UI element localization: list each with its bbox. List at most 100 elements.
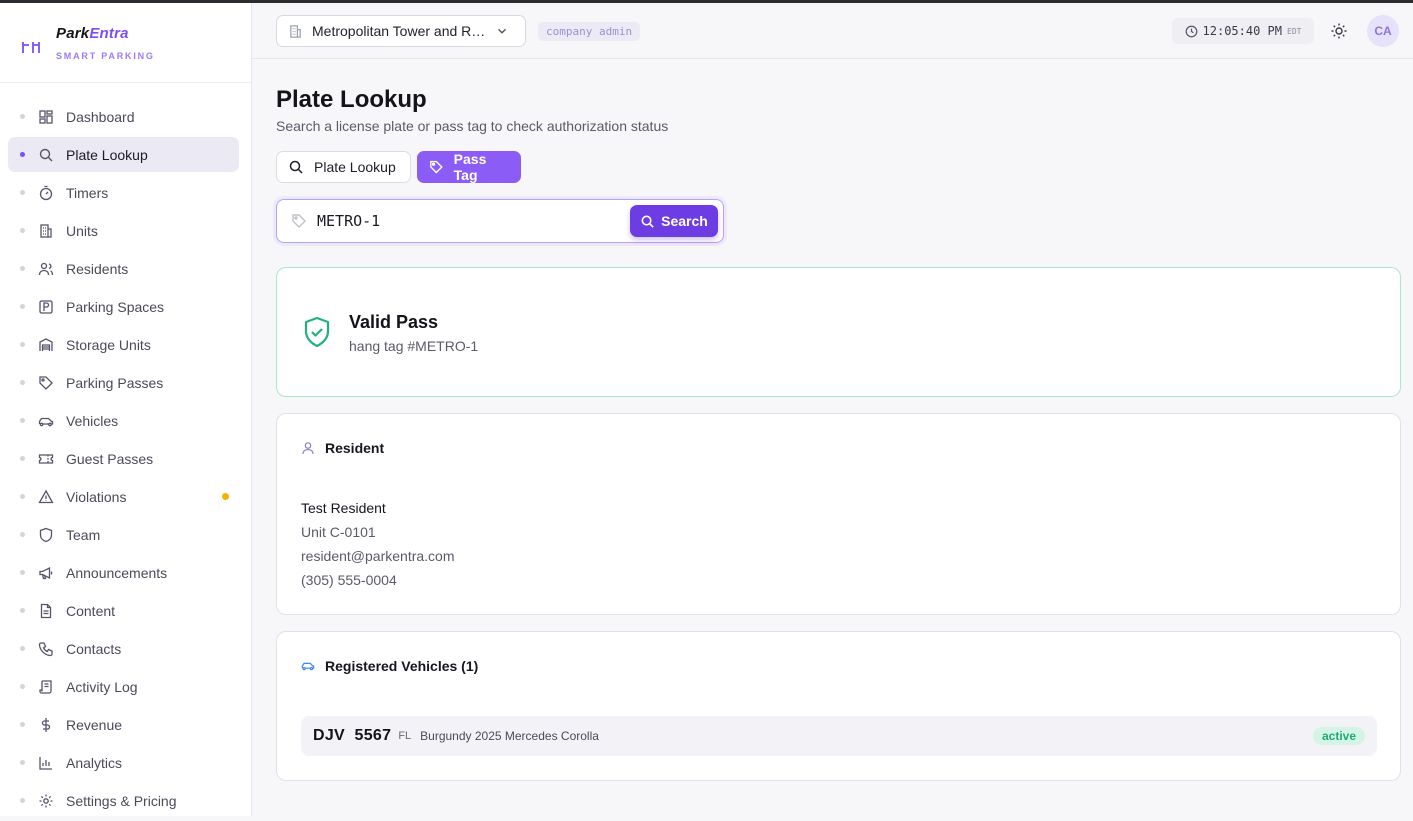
sidebar-item-analytics[interactable]: Analytics	[8, 745, 239, 780]
shield-icon	[38, 527, 54, 543]
sidebar-item-timers[interactable]: Timers	[8, 175, 239, 210]
building-icon	[290, 24, 301, 38]
nav-bullet	[20, 684, 25, 689]
sidebar-item-team[interactable]: Team	[8, 517, 239, 552]
sidebar-item-label: Settings & Pricing	[66, 792, 177, 809]
warehouse-icon	[38, 337, 54, 353]
parking-icon	[38, 299, 54, 315]
sidebar-item-violations[interactable]: Violations	[8, 479, 239, 514]
tab-label: Pass Tag	[453, 151, 487, 183]
alert-triangle-icon	[38, 489, 54, 505]
sidebar-item-label: Content	[66, 602, 116, 619]
sidebar-item-label: Parking Spaces	[66, 298, 165, 315]
sidebar-item-settings[interactable]: Settings & Pricing	[8, 783, 239, 818]
clock-timezone: EDT	[1287, 26, 1302, 36]
sidebar-item-parking-spaces[interactable]: Parking Spaces	[8, 289, 239, 324]
result-title: Valid Pass	[349, 312, 439, 332]
sidebar-item-revenue[interactable]: Revenue	[8, 707, 239, 742]
violations-alert-badge	[222, 493, 229, 500]
search-bar: Search	[276, 199, 724, 243]
sidebar-item-residents[interactable]: Residents	[8, 251, 239, 286]
vehicle-state: FL	[398, 730, 412, 742]
pass-tag-input[interactable]	[317, 206, 617, 236]
search-icon	[38, 147, 54, 163]
user-icon	[302, 442, 314, 455]
sidebar-item-contacts[interactable]: Contacts	[8, 631, 239, 666]
nav-bullet	[20, 190, 25, 195]
gear-icon	[38, 793, 54, 809]
brand-logo-icon	[22, 42, 40, 53]
sidebar-item-activity-log[interactable]: Activity Log	[8, 669, 239, 704]
sun-icon[interactable]	[1330, 22, 1348, 40]
sidebar-item-units[interactable]: Units	[8, 213, 239, 248]
tag-icon	[38, 375, 54, 391]
timer-icon	[38, 185, 54, 201]
nav-bullet	[20, 456, 25, 461]
sidebar-item-label: Violations	[66, 488, 127, 505]
page-title: Plate Lookup	[276, 86, 427, 113]
sidebar-item-label: Announcements	[66, 564, 168, 581]
nav-bullet	[20, 418, 25, 423]
sidebar-item-announcements[interactable]: Announcements	[8, 555, 239, 590]
sidebar-item-plate-lookup[interactable]: Plate Lookup	[8, 137, 239, 172]
user-avatar[interactable]: CA	[1367, 15, 1399, 47]
sidebar-item-label: Revenue	[66, 716, 123, 733]
sidebar-item-vehicles[interactable]: Vehicles	[8, 403, 239, 438]
property-selector[interactable]: Metropolitan Tower and Residences	[276, 15, 526, 47]
sidebar-item-guest-passes[interactable]: Guest Passes	[8, 441, 239, 476]
nav-bullet	[20, 646, 25, 651]
sidebar-item-label: Contacts	[66, 640, 122, 657]
resident-unit: Unit C-0101	[301, 524, 376, 540]
dashboard-icon	[38, 109, 54, 125]
tab-label: Plate Lookup	[314, 159, 396, 175]
nav-bullet	[20, 266, 25, 271]
nav-bullet	[20, 304, 25, 309]
clock-time: 12:05:40 PM	[1202, 24, 1283, 38]
vehicles-heading: Registered Vehicles (1)	[325, 658, 479, 674]
role-badge: company admin	[538, 22, 641, 41]
lookup-mode-tabs: Plate Lookup Pass Tag	[276, 151, 521, 183]
vehicle-row[interactable]: DJV 5567 FL Burgundy 2025 Mercedes Corol…	[301, 716, 1377, 756]
ticket-icon	[38, 451, 54, 467]
search-button[interactable]: Search	[630, 205, 718, 237]
vehicles-section-header: Registered Vehicles (1)	[301, 658, 478, 674]
clock-icon	[1185, 25, 1197, 37]
tab-pass-tag[interactable]: Pass Tag	[417, 151, 521, 183]
sidebar-item-label: Team	[66, 526, 101, 543]
nav-bullet	[20, 532, 25, 537]
sidebar-item-dashboard[interactable]: Dashboard	[8, 99, 239, 134]
registered-vehicles-card: Registered Vehicles (1) DJV 5567 FL Burg…	[276, 631, 1401, 781]
users-icon	[38, 261, 54, 277]
nav-bullet	[20, 342, 25, 347]
sidebar-item-label: Residents	[66, 260, 129, 277]
sidebar-item-storage-units[interactable]: Storage Units	[8, 327, 239, 362]
car-icon	[301, 662, 315, 671]
resident-heading: Resident	[325, 440, 385, 456]
result-subtitle: hang tag #METRO-1	[349, 338, 479, 354]
brand-tagline: SMART PARKING	[56, 51, 155, 61]
sidebar-nav: Dashboard Plate Lookup Timers Units Resi…	[0, 99, 252, 821]
property-name: Metropolitan Tower and Residences	[312, 23, 490, 39]
tag-icon	[430, 160, 443, 174]
nav-bullet	[20, 114, 25, 119]
sidebar-item-parking-passes[interactable]: Parking Passes	[8, 365, 239, 400]
vehicle-status-badge: active	[1312, 727, 1365, 745]
nav-bullet	[20, 494, 25, 499]
resident-section-header: Resident	[301, 440, 384, 456]
brand: ParkEntra SMART PARKING	[0, 3, 251, 83]
shield-check-icon	[304, 316, 330, 348]
sidebar-item-content[interactable]: Content	[8, 593, 239, 628]
sidebar-item-label: Timers	[66, 184, 109, 201]
sidebar-item-label: Plate Lookup	[66, 146, 148, 163]
sidebar-item-label: Vehicles	[66, 412, 119, 429]
sidebar: ParkEntra SMART PARKING Dashboard Plate …	[0, 3, 252, 816]
tab-plate-lookup[interactable]: Plate Lookup	[276, 151, 411, 183]
nav-bullet	[20, 760, 25, 765]
dollar-icon	[38, 717, 54, 733]
document-icon	[38, 603, 54, 619]
sidebar-item-label: Guest Passes	[66, 450, 154, 467]
search-button-label: Search	[661, 213, 708, 229]
vehicle-description: Burgundy 2025 Mercedes Corolla	[420, 729, 599, 743]
clock: 12:05:40 PM EDT	[1172, 18, 1314, 44]
nav-bullet	[20, 380, 25, 385]
